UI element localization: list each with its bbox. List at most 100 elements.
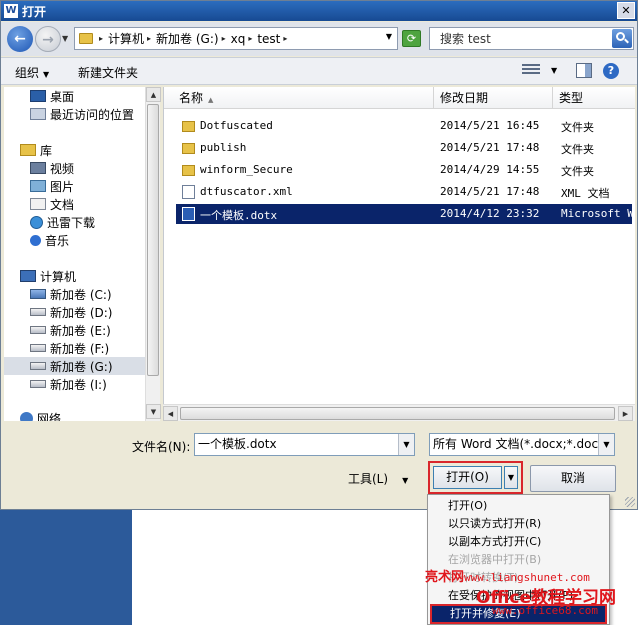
breadcrumb-computer[interactable]: 计算机 bbox=[108, 30, 144, 47]
chevron-right-icon[interactable]: ▸ bbox=[248, 34, 252, 43]
chevron-down-icon[interactable]: ▼ bbox=[398, 434, 414, 455]
open-dialog: W 打开 ✕ ← → ▼ ▸ 计算机 ▸ 新加卷 (G:) ▸ xq ▸ tes… bbox=[0, 0, 638, 510]
nav-item-documents[interactable]: 文档 bbox=[30, 195, 160, 213]
watermark-site-name: 亮术网 bbox=[425, 570, 465, 585]
file-type: 文件夹 bbox=[561, 143, 594, 156]
thunder-icon bbox=[30, 215, 43, 229]
nav-item-drive-g[interactable]: 新加卷 (G:) bbox=[4, 357, 145, 375]
view-dropdown-icon[interactable]: ▼ bbox=[551, 66, 557, 75]
nav-item-drive-c[interactable]: 新加卷 (C:) bbox=[30, 285, 160, 303]
resize-grip-icon[interactable] bbox=[625, 497, 635, 507]
nav-item-drive-d[interactable]: 新加卷 (D:) bbox=[30, 303, 160, 321]
file-row-dotfuscated[interactable]: Dotfuscated 2014/5/21 16:45 文件夹 bbox=[176, 116, 632, 136]
search-input[interactable]: 搜索 test bbox=[429, 27, 634, 50]
menu-item-open[interactable]: 打开(O) bbox=[430, 497, 607, 515]
nav-item-music[interactable]: 音乐 bbox=[30, 231, 160, 249]
menu-item-open-copy[interactable]: 以副本方式打开(C) bbox=[430, 533, 607, 551]
refresh-button[interactable]: ⟳ bbox=[402, 30, 421, 47]
address-bar[interactable]: ▸ 计算机 ▸ 新加卷 (G:) ▸ xq ▸ test ▸ ▼ bbox=[74, 27, 398, 50]
xml-file-icon bbox=[182, 185, 195, 199]
breadcrumb-drive-g[interactable]: 新加卷 (G:) bbox=[156, 30, 219, 47]
forward-button[interactable]: → bbox=[35, 26, 61, 52]
column-header-name[interactable]: 名称 ▲ bbox=[164, 87, 434, 109]
nav-item-label: 新加卷 (I:) bbox=[50, 377, 107, 392]
nav-item-drive-i[interactable]: 新加卷 (I:) bbox=[30, 375, 160, 393]
nav-item-drive-e[interactable]: 新加卷 (E:) bbox=[30, 321, 160, 339]
column-header-modified[interactable]: 修改日期 bbox=[434, 87, 553, 109]
desktop-background bbox=[0, 510, 132, 625]
scroll-right-icon[interactable]: ▶ bbox=[618, 406, 633, 421]
search-handle-shape bbox=[624, 38, 629, 44]
back-button[interactable]: ← bbox=[7, 26, 33, 52]
video-icon bbox=[30, 162, 46, 174]
file-modified: 2014/5/21 17:48 bbox=[440, 141, 540, 154]
nav-item-label: 新加卷 (D:) bbox=[50, 305, 113, 320]
preview-pane-icon[interactable] bbox=[576, 63, 592, 78]
tools-button[interactable]: 工具(L) ▼ bbox=[348, 470, 408, 487]
nav-item-label: 网络 bbox=[37, 411, 62, 422]
file-row-publish[interactable]: publish 2014/5/21 17:48 文件夹 bbox=[176, 138, 632, 158]
chevron-right-icon[interactable]: ▸ bbox=[147, 34, 151, 43]
nav-item-label: 计算机 bbox=[40, 269, 77, 284]
scroll-left-icon[interactable]: ◀ bbox=[163, 406, 178, 421]
file-type: 文件夹 bbox=[561, 121, 594, 134]
cancel-button[interactable]: 取消 bbox=[530, 465, 616, 492]
desktop-icon bbox=[30, 90, 46, 102]
nav-item-network[interactable]: 网络 bbox=[20, 409, 160, 421]
file-modified: 2014/5/21 17:48 bbox=[440, 185, 540, 198]
chevron-down-icon[interactable]: ▼ bbox=[598, 434, 614, 455]
nav-item-label: 迅雷下载 bbox=[47, 215, 96, 230]
breadcrumb-test[interactable]: test bbox=[257, 32, 280, 46]
open-options-dropdown[interactable]: ▼ bbox=[504, 466, 518, 489]
folder-icon bbox=[182, 121, 195, 132]
help-icon[interactable]: ? bbox=[603, 63, 619, 79]
filename-label: 文件名(N): bbox=[132, 440, 191, 454]
chevron-right-icon[interactable]: ▸ bbox=[283, 34, 287, 43]
close-button[interactable]: ✕ bbox=[617, 2, 635, 19]
chevron-right-icon[interactable]: ▸ bbox=[99, 34, 103, 43]
folder-icon bbox=[182, 143, 195, 154]
file-row-template-dotx[interactable]: 一个模板.dotx 2014/4/12 23:32 Microsoft Wor bbox=[176, 204, 635, 224]
drive-icon bbox=[30, 326, 46, 334]
music-icon bbox=[30, 234, 41, 246]
file-type: Microsoft Wor bbox=[561, 207, 635, 220]
address-dropdown-icon[interactable]: ▼ bbox=[386, 32, 392, 41]
chevron-right-icon[interactable]: ▸ bbox=[222, 34, 226, 43]
scroll-up-icon[interactable]: ▲ bbox=[146, 87, 161, 102]
column-name-label: 名称 bbox=[179, 91, 204, 105]
column-header-type[interactable]: 类型 bbox=[553, 87, 635, 109]
scroll-down-icon[interactable]: ▼ bbox=[146, 404, 161, 419]
new-folder-button[interactable]: 新建文件夹 bbox=[78, 64, 138, 81]
nav-item-desktop[interactable]: 桌面 bbox=[30, 87, 160, 105]
command-toolbar: 组织 ▼ 新建文件夹 ▼ ? bbox=[1, 57, 637, 85]
file-modified: 2014/5/21 16:45 bbox=[440, 119, 540, 132]
breadcrumb-xq[interactable]: xq bbox=[231, 32, 246, 46]
file-row-dtfuscator-xml[interactable]: dtfuscator.xml 2014/5/21 17:48 XML 文档 bbox=[176, 182, 632, 202]
view-options-icon[interactable] bbox=[522, 64, 540, 78]
nav-item-libraries[interactable]: 库 bbox=[20, 141, 160, 159]
organize-button[interactable]: 组织 ▼ bbox=[15, 64, 49, 81]
nav-item-pictures[interactable]: 图片 bbox=[30, 177, 160, 195]
open-button[interactable]: 打开(O) bbox=[433, 466, 502, 489]
horizontal-scroll-thumb[interactable] bbox=[180, 407, 615, 420]
recent-locations-dropdown[interactable]: ▼ bbox=[62, 34, 68, 43]
horizontal-scrollbar[interactable]: ◀ ▶ bbox=[163, 404, 635, 421]
nav-item-drive-f[interactable]: 新加卷 (F:) bbox=[30, 339, 160, 357]
nav-item-thunder[interactable]: 迅雷下载 bbox=[30, 213, 160, 231]
file-row-winform-secure[interactable]: winform_Secure 2014/4/29 14:55 文件夹 bbox=[176, 160, 632, 180]
file-name: 一个模板.dotx bbox=[200, 209, 278, 222]
nav-item-computer[interactable]: 计算机 bbox=[20, 267, 160, 285]
file-name: publish bbox=[200, 141, 247, 154]
search-icon[interactable] bbox=[612, 29, 632, 48]
file-type: 文件夹 bbox=[561, 165, 594, 178]
chevron-down-icon: ▼ bbox=[43, 70, 50, 79]
menu-item-open-readonly[interactable]: 以只读方式打开(R) bbox=[430, 515, 607, 533]
nav-scroll-thumb[interactable] bbox=[147, 104, 159, 376]
nav-item-video[interactable]: 视频 bbox=[30, 159, 160, 177]
title-bar: W 打开 ✕ bbox=[1, 1, 637, 21]
nav-item-recent[interactable]: 最近访问的位置 bbox=[30, 105, 160, 123]
filename-field[interactable]: 一个模板.dotx ▼ bbox=[194, 433, 415, 456]
nav-item-label: 桌面 bbox=[50, 89, 75, 104]
file-type-select[interactable]: 所有 Word 文档(*.docx;*.docm ▼ bbox=[429, 433, 615, 456]
nav-scrollbar[interactable]: ▲ ▼ bbox=[145, 87, 161, 421]
